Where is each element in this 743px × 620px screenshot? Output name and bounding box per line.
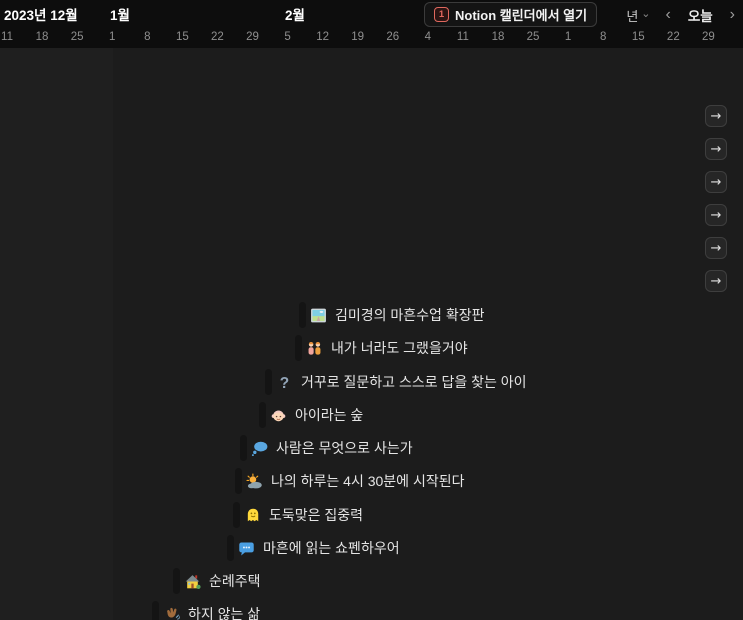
open-in-notion-calendar-label: Notion 캘린더에서 열기 — [455, 8, 588, 23]
date-tick-label: 1 — [109, 31, 116, 43]
event-duration-bar[interactable] — [299, 302, 306, 328]
event-title: 나의 하루는 4시 30분에 시작된다 — [271, 473, 465, 489]
event-duration-bar[interactable] — [259, 402, 266, 428]
event-duration-bar[interactable] — [233, 502, 240, 528]
event-title: 거꾸로 질문하고 스스로 답을 찾는 아이 — [301, 374, 527, 390]
date-tick-label: 22 — [211, 31, 224, 43]
jump-to-event-button[interactable]: → — [705, 270, 727, 292]
timeline-event-row[interactable]: 하지 않는 삶 — [152, 601, 260, 620]
date-tick-label: 25 — [70, 31, 84, 43]
header-nav-controls: 년 ⌄ ‹ 오늘 › — [626, 3, 737, 27]
couple-emoji — [306, 340, 323, 357]
date-tick-label: 11 — [456, 31, 469, 43]
event-title: 김미경의 마흔수업 확장판 — [335, 307, 485, 323]
timeline-event-row[interactable]: 아이라는 숲 — [259, 402, 363, 428]
notion-calendar-icon: 1 — [434, 7, 449, 22]
timeline-event-row[interactable]: 김미경의 마흔수업 확장판 — [299, 302, 484, 328]
chevron-left-icon: ‹ — [665, 6, 671, 23]
date-tick-label: 1 — [564, 31, 572, 43]
jump-to-event-button[interactable]: → — [705, 138, 727, 160]
timeline-header: 2023년 12월 1월 2월 11 18 25 1 8 15 22 29 5 12 19 26 4 11 18… — [0, 0, 743, 48]
event-duration-bar[interactable] — [173, 568, 180, 594]
date-tick-label: 8 — [144, 31, 151, 43]
chevron-down-icon: ⌄ — [641, 7, 651, 20]
sun-behind-cloud-emoji — [246, 472, 263, 490]
ghost-emoji — [244, 507, 261, 524]
house-emoji — [184, 573, 201, 590]
next-button[interactable]: › — [728, 5, 737, 25]
timeline-event-row[interactable]: 도둑맞은 집중력 — [233, 502, 363, 528]
month-label: 1월 — [110, 8, 130, 23]
date-tick-label: 4 — [424, 31, 432, 43]
date-tick-label: 29 — [246, 31, 259, 43]
date-tick-label: 8 — [599, 31, 607, 43]
date-tick-label: 19 — [351, 31, 365, 43]
jump-to-event-button[interactable]: → — [705, 204, 727, 226]
date-tick-label: 12 — [316, 31, 330, 43]
notion-timeline-app: 2023년 12월 1월 2월 11 18 25 1 8 15 22 29 5 12 19 26 4 11 18… — [0, 0, 743, 620]
framed-picture-emoji — [310, 307, 327, 324]
event-title: 순례주택 — [209, 573, 261, 589]
date-tick-label: 11 — [1, 31, 13, 43]
timeline-event-row[interactable]: ? 거꾸로 질문하고 스스로 답을 찾는 아이 — [265, 369, 527, 395]
event-duration-bar[interactable] — [227, 535, 234, 561]
date-tick-label: 15 — [175, 31, 189, 43]
timeline-canvas: → → → → → → 김미경의 마흔수업 확장판 내가 너라도 그랬을거야? 거꾸로 질문하… — [0, 48, 743, 620]
event-duration-bar[interactable] — [265, 369, 272, 395]
arrow-right-icon: → — [710, 240, 722, 256]
date-tick-label: 29 — [701, 31, 715, 43]
arrow-right-icon: → — [710, 141, 722, 157]
waving-hand-emoji — [163, 606, 180, 620]
december-column-shading — [0, 48, 113, 620]
prev-button[interactable]: ‹ — [664, 5, 673, 25]
month-label: 2월 — [285, 8, 305, 23]
event-title: 사람은 무엇으로 사는가 — [276, 440, 413, 456]
arrow-right-icon: → — [710, 207, 722, 223]
event-title: 아이라는 숲 — [295, 407, 364, 423]
date-tick-label: 18 — [491, 31, 505, 43]
month-label: 2023년 12월 — [4, 8, 78, 23]
event-duration-bar[interactable] — [235, 468, 242, 494]
event-title: 마흔에 읽는 쇼펜하우어 — [263, 540, 400, 556]
speech-balloon-emoji — [238, 540, 255, 557]
thought-balloon-emoji — [251, 440, 268, 457]
timeline-event-row[interactable]: 사람은 무엇으로 사는가 — [240, 435, 413, 461]
event-duration-bar[interactable] — [152, 601, 159, 620]
timeline-event-row[interactable]: 내가 너라도 그랬을거야 — [295, 335, 468, 361]
timeline-event-row[interactable]: 마흔에 읽는 쇼펜하우어 — [227, 535, 400, 561]
arrow-right-icon: → — [710, 174, 722, 190]
timeline-event-row[interactable]: 나의 하루는 4시 30분에 시작된다 — [235, 468, 464, 494]
girl-emoji — [270, 407, 287, 424]
date-tick-label: 25 — [526, 31, 540, 43]
jump-to-event-button[interactable]: → — [705, 105, 727, 127]
jump-to-event-button[interactable]: → — [705, 171, 727, 193]
arrow-right-icon: → — [710, 108, 722, 124]
date-tick-label: 26 — [386, 31, 400, 43]
view-scale-label: 년 — [626, 8, 639, 24]
timeline-event-row[interactable]: 순례주택 — [173, 568, 261, 594]
today-button[interactable]: 오늘 — [686, 3, 715, 27]
notion-calendar-icon-digit: 1 — [438, 9, 445, 20]
event-title: 내가 너라도 그랬을거야 — [331, 340, 468, 356]
date-tick-label: 18 — [35, 31, 49, 43]
view-scale-dropdown[interactable]: 년 ⌄ — [626, 6, 650, 25]
question-mark-emoji: ? — [276, 374, 293, 390]
event-duration-bar[interactable] — [240, 435, 247, 461]
arrow-right-icon: → — [710, 273, 722, 289]
date-tick-label: 5 — [284, 31, 291, 43]
jump-to-event-button[interactable]: → — [705, 237, 727, 259]
svg-text:?: ? — [280, 374, 289, 390]
event-title: 하지 않는 삶 — [188, 606, 261, 620]
event-duration-bar[interactable] — [295, 335, 302, 361]
date-tick-label: 22 — [666, 31, 680, 43]
open-in-notion-calendar-button[interactable]: 1 Notion 캘린더에서 열기 — [424, 2, 598, 27]
chevron-right-icon: › — [729, 6, 735, 23]
event-title: 도둑맞은 집중력 — [269, 507, 364, 523]
date-tick-label: 15 — [631, 31, 645, 43]
